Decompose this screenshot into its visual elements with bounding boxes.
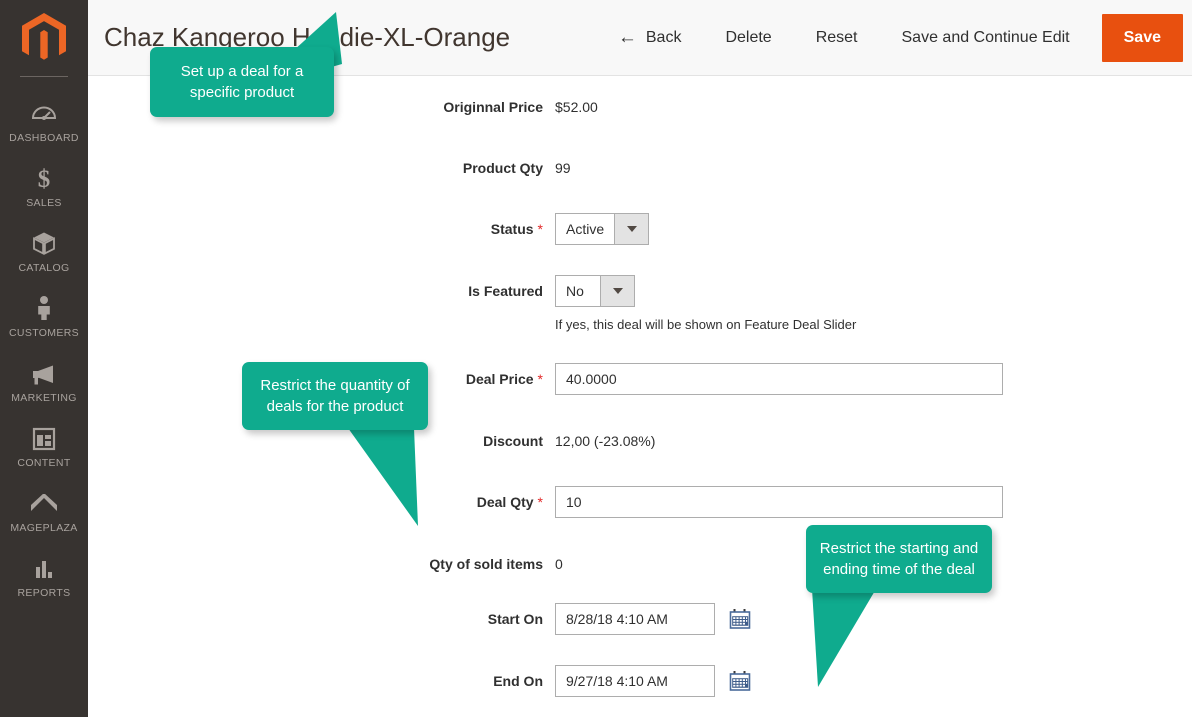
callout-tail-icon xyxy=(812,589,876,687)
back-button[interactable]: ← Back xyxy=(596,0,704,76)
megaphone-icon xyxy=(30,360,58,386)
dashboard-gauge-icon xyxy=(31,100,57,126)
required-marker: * xyxy=(537,494,543,510)
discount-value: 12,00 (-23.08%) xyxy=(555,433,656,449)
required-marker: * xyxy=(537,221,543,237)
field-label: Discount xyxy=(483,433,543,449)
sidebar-item-label: DASHBOARD xyxy=(9,132,79,144)
page-actions-toolbar: ← Back Delete Reset Save and Continue Ed… xyxy=(596,0,1192,76)
delete-button-label: Delete xyxy=(725,28,772,46)
callout-bubble: Restrict the starting and ending time of… xyxy=(806,525,992,593)
field-label: Qty of sold items xyxy=(429,556,543,572)
field-qty-of-sold-items: Qty of sold items 0 xyxy=(88,554,1192,574)
sidebar-item-label: CUSTOMERS xyxy=(8,327,80,339)
sidebar-item-label: MARKETING xyxy=(11,392,77,404)
field-start-on: Start On xyxy=(88,603,1192,635)
save-and-continue-edit-label: Save and Continue Edit xyxy=(901,28,1070,46)
field-end-on: End On xyxy=(88,665,1192,697)
is-featured-select-value: No xyxy=(556,276,600,306)
sidebar-item-content[interactable]: CONTENT xyxy=(0,414,88,479)
field-label: Product Qty xyxy=(462,160,543,176)
field-product-qty: Product Qty 99 xyxy=(88,158,1192,178)
sidebar-item-catalog[interactable]: CATALOG xyxy=(0,219,88,284)
reset-button-label: Reset xyxy=(815,28,858,46)
status-select-value: Active xyxy=(556,214,615,244)
person-icon xyxy=(35,295,53,321)
deal-price-input[interactable] xyxy=(555,363,1003,395)
original-price-value: $52.00 xyxy=(555,99,598,115)
sidebar-item-label: SALES xyxy=(26,197,62,209)
magento-logo[interactable] xyxy=(0,0,88,76)
chevron-up-badge-icon xyxy=(29,490,59,516)
sidebar-item-dashboard[interactable]: DASHBOARD xyxy=(0,89,88,154)
end-on-calendar-button[interactable] xyxy=(729,665,751,697)
callout-set-up-deal: Set up a deal for a specific product xyxy=(150,12,350,117)
admin-sidebar: DASHBOARD $ SALES CATALOG CUSTOMERS MARK… xyxy=(0,0,88,717)
status-select[interactable]: Active xyxy=(555,213,650,245)
dollar-sign-icon: $ xyxy=(34,165,54,191)
callout-tail-icon xyxy=(348,428,418,526)
calendar-icon xyxy=(729,609,751,629)
sidebar-item-label: REPORTS xyxy=(17,587,71,599)
save-button[interactable]: Save xyxy=(1101,13,1183,62)
box-icon xyxy=(31,230,57,256)
callout-restrict-time: Restrict the starting and ending time of… xyxy=(806,525,992,687)
is-featured-note: If yes, this deal will be shown on Featu… xyxy=(555,317,857,332)
field-label-text: Status xyxy=(490,221,534,237)
end-on-input[interactable] xyxy=(555,665,715,697)
sidebar-item-reports[interactable]: REPORTS xyxy=(0,544,88,609)
sidebar-item-label: CATALOG xyxy=(18,262,70,274)
field-status: Status * Active xyxy=(88,213,1192,245)
delete-button[interactable]: Delete xyxy=(703,0,793,76)
magento-admin-page: DASHBOARD $ SALES CATALOG CUSTOMERS MARK… xyxy=(0,0,1192,717)
qty-of-sold-items-value: 0 xyxy=(555,556,563,572)
callout-bubble: Restrict the quantity of deals for the p… xyxy=(242,362,428,430)
field-label-text: Deal Qty xyxy=(476,494,534,510)
reset-button[interactable]: Reset xyxy=(794,0,880,76)
start-on-calendar-button[interactable] xyxy=(729,603,751,635)
field-label: Start On xyxy=(487,611,543,627)
callout-restrict-quantity: Restrict the quantity of deals for the p… xyxy=(242,362,428,526)
sidebar-item-mageplaza[interactable]: MAGEPLAZA xyxy=(0,479,88,544)
is-featured-select[interactable]: No xyxy=(555,275,635,307)
field-label: End On xyxy=(493,673,543,689)
back-button-label: Back xyxy=(645,28,682,46)
field-label: Deal Qty * xyxy=(88,486,555,518)
field-label: Is Featured xyxy=(468,283,543,299)
callout-bubble: Set up a deal for a specific product xyxy=(150,47,334,117)
chevron-down-icon[interactable] xyxy=(614,214,649,244)
sidebar-item-label: CONTENT xyxy=(17,457,71,469)
field-discount: Discount 12,00 (-23.08%) xyxy=(88,431,1192,451)
magento-logo-icon xyxy=(22,13,66,60)
chevron-down-icon[interactable] xyxy=(600,276,634,306)
svg-text:$: $ xyxy=(38,166,51,191)
back-arrow-icon: ← xyxy=(617,27,637,48)
field-label: Status * xyxy=(88,213,555,245)
sidebar-item-label: MAGEPLAZA xyxy=(10,522,78,534)
field-label-text: Deal Price xyxy=(465,371,534,387)
start-on-input[interactable] xyxy=(555,603,715,635)
sidebar-item-sales[interactable]: $ SALES xyxy=(0,154,88,219)
sidebar-divider xyxy=(20,76,68,77)
save-and-continue-edit-button[interactable]: Save and Continue Edit xyxy=(880,0,1092,76)
field-deal-qty: Deal Qty * xyxy=(88,486,1192,518)
product-qty-value: 99 xyxy=(555,160,571,176)
field-is-featured: Is Featured No If yes, this deal will be… xyxy=(88,275,1192,333)
calendar-icon xyxy=(729,671,751,691)
layout-page-icon xyxy=(32,425,56,451)
bar-chart-icon xyxy=(32,555,56,581)
required-marker: * xyxy=(537,371,543,387)
sidebar-item-marketing[interactable]: MARKETING xyxy=(0,349,88,414)
sidebar-item-customers[interactable]: CUSTOMERS xyxy=(0,284,88,349)
deal-qty-input[interactable] xyxy=(555,486,1003,518)
